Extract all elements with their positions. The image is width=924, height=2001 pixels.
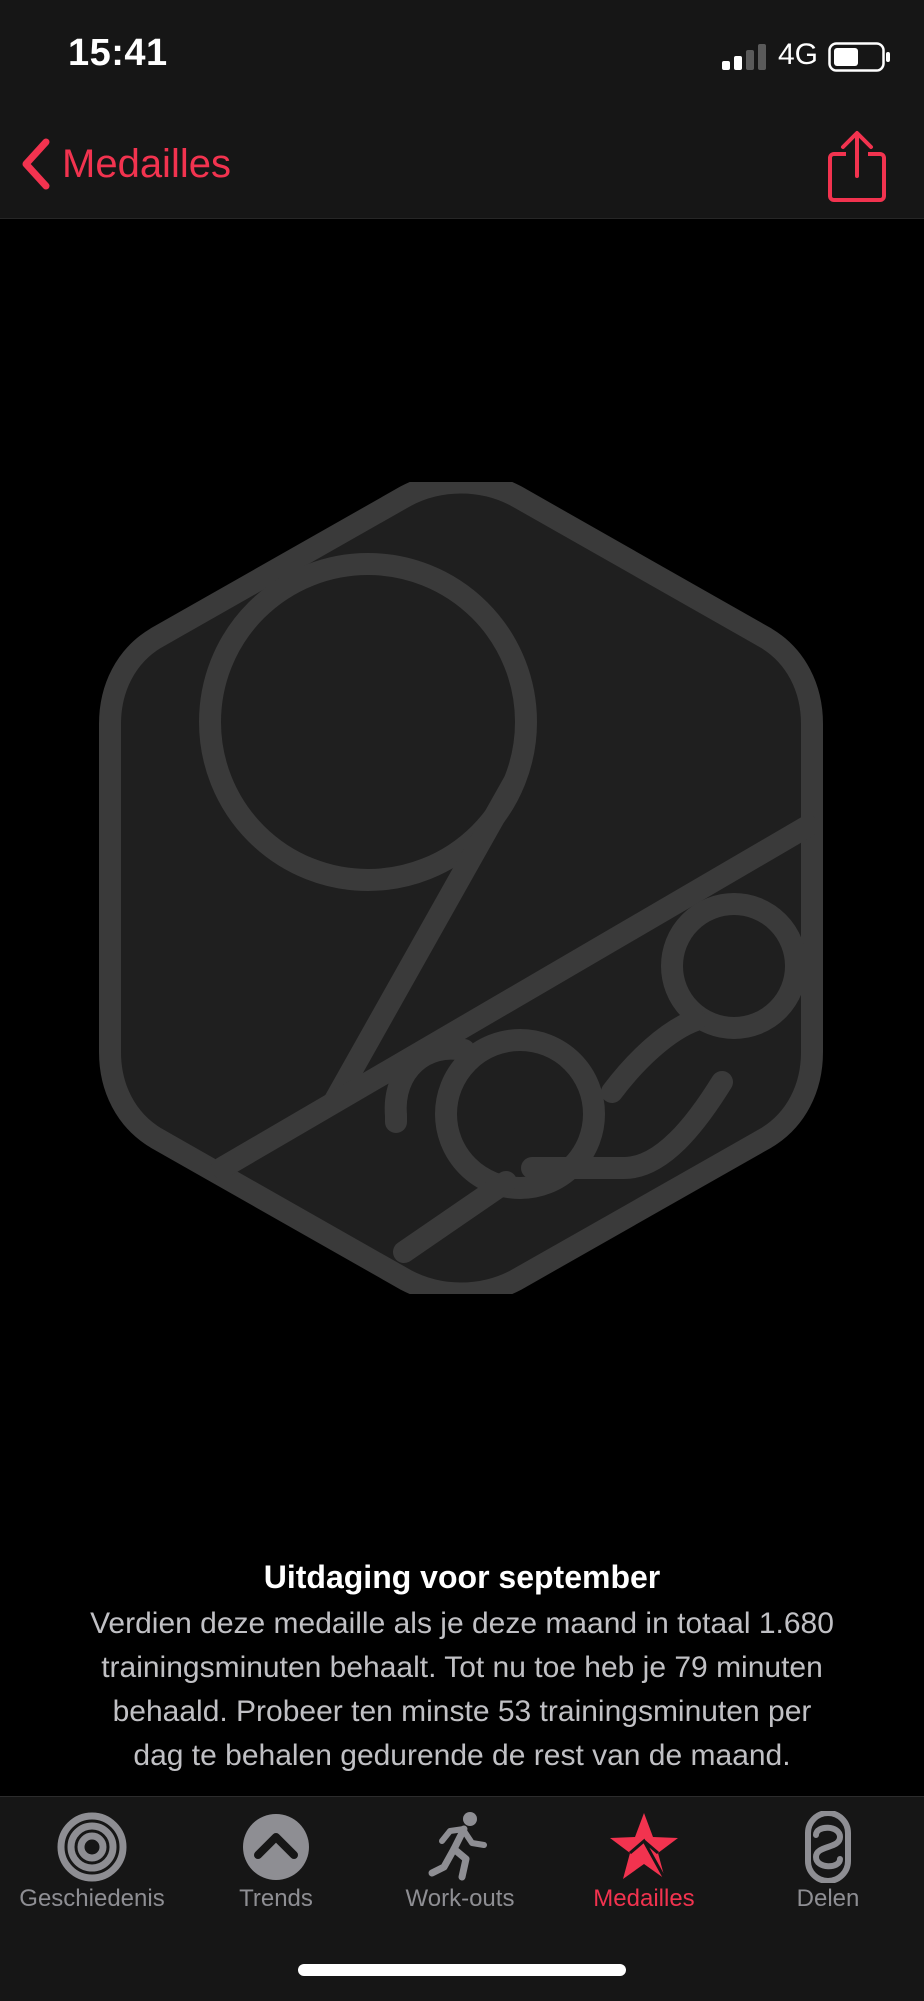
activity-rings-icon xyxy=(57,1812,127,1882)
tab-medailles[interactable]: Medailles xyxy=(552,1797,736,1927)
chevron-left-icon xyxy=(22,138,50,190)
tab-label: Work-outs xyxy=(405,1885,515,1912)
tab-label: Delen xyxy=(796,1885,860,1912)
network-type: 4G xyxy=(778,38,819,71)
tab-trends[interactable]: Trends xyxy=(184,1797,368,1927)
tab-delen[interactable]: Delen xyxy=(736,1797,920,1927)
sharing-rings-icon xyxy=(805,1811,851,1883)
runner-icon xyxy=(428,1812,487,1881)
tab-label: Medailles xyxy=(593,1885,695,1912)
tab-geschiedenis[interactable]: Geschiedenis xyxy=(0,1797,184,1927)
challenge-body: Verdien deze medaille als je deze maand … xyxy=(40,1602,884,1778)
status-time: 15:41 xyxy=(68,32,168,74)
signal-icon xyxy=(722,44,766,70)
tab-bar: Geschiedenis Trends Work-outs Medailles … xyxy=(0,1796,924,2001)
navigation-bar: Medailles xyxy=(0,110,924,219)
challenge-line: dag te behalen gedurende de rest van de … xyxy=(133,1739,791,1772)
share-icon[interactable] xyxy=(826,128,888,204)
battery-icon xyxy=(828,42,890,72)
tab-label: Trends xyxy=(239,1885,313,1912)
challenge-title: Uitdaging voor september xyxy=(263,1559,661,1595)
september-medal-icon[interactable] xyxy=(96,482,826,1294)
back-label: Medailles xyxy=(62,141,231,186)
challenge-line: behaald. Probeer ten minste 53 trainings… xyxy=(112,1695,812,1728)
challenge-description: Uitdaging voor september Verdien deze me… xyxy=(40,1554,884,1778)
tab-workouts[interactable]: Work-outs xyxy=(368,1797,552,1927)
back-button[interactable]: Medailles xyxy=(16,134,231,194)
challenge-line: trainingsminuten behaalt. Tot nu toe heb… xyxy=(101,1651,823,1684)
status-bar: 15:41 4G xyxy=(0,0,924,110)
trends-chevron-icon xyxy=(243,1814,309,1880)
star-medal-icon xyxy=(610,1813,678,1880)
challenge-line: Verdien deze medaille als je deze maand … xyxy=(90,1607,834,1640)
tab-label: Geschiedenis xyxy=(19,1885,165,1912)
home-indicator[interactable] xyxy=(298,1964,626,1976)
